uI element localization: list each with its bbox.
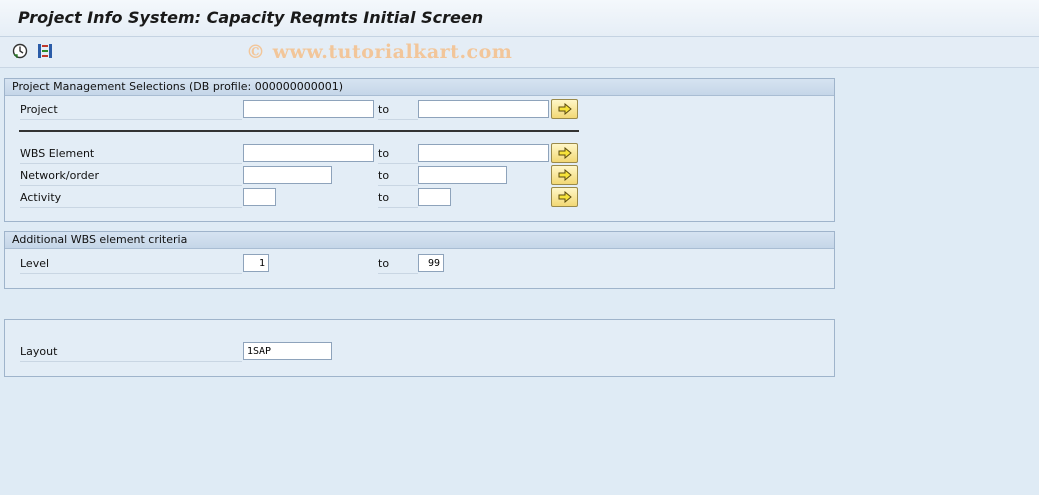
page-title: Project Info System: Capacity Reqmts Ini…	[18, 8, 484, 27]
activity-multiple-selection-button[interactable]	[551, 187, 578, 207]
activity-from-input[interactable]	[243, 188, 276, 206]
level-label: Level	[20, 255, 242, 274]
project-management-selections-group: Project Management Selections (DB profil…	[4, 78, 835, 222]
separator-line	[19, 130, 579, 132]
arrow-right-icon	[558, 147, 572, 159]
project-to-input[interactable]	[418, 100, 549, 118]
project-label: Project	[20, 101, 242, 120]
layout-input[interactable]	[243, 342, 332, 360]
network-order-label: Network/order	[20, 167, 242, 186]
layout-label: Layout	[20, 343, 242, 362]
additional-wbs-criteria-group: Additional WBS element criteria Level to	[4, 231, 835, 289]
wbs-element-label: WBS Element	[20, 145, 242, 164]
project-to-label: to	[378, 101, 418, 120]
activity-to-label: to	[378, 189, 418, 208]
activity-label: Activity	[20, 189, 242, 208]
level-to-label: to	[378, 255, 418, 274]
execute-icon[interactable]	[12, 43, 28, 59]
project-multiple-selection-button[interactable]	[551, 99, 578, 119]
arrow-right-icon	[558, 191, 572, 203]
network-order-to-label: to	[378, 167, 418, 186]
layout-group: Layout	[4, 319, 835, 377]
wbs-element-to-label: to	[378, 145, 418, 164]
watermark: © www.tutorialkart.com	[246, 41, 513, 63]
arrow-right-icon	[558, 169, 572, 181]
network-order-from-input[interactable]	[243, 166, 332, 184]
wbs-element-multiple-selection-button[interactable]	[551, 143, 578, 163]
title-bar: Project Info System: Capacity Reqmts Ini…	[0, 0, 1039, 37]
project-from-input[interactable]	[243, 100, 374, 118]
wbs-element-from-input[interactable]	[243, 144, 374, 162]
group-header: Additional WBS element criteria	[5, 232, 834, 249]
wbs-element-to-input[interactable]	[418, 144, 549, 162]
activity-to-input[interactable]	[418, 188, 451, 206]
network-order-to-input[interactable]	[418, 166, 507, 184]
level-to-input[interactable]	[418, 254, 444, 272]
group-header: Project Management Selections (DB profil…	[5, 79, 834, 96]
application-toolbar: © www.tutorialkart.com	[0, 37, 1039, 68]
selection-options-icon[interactable]	[37, 43, 53, 59]
network-order-multiple-selection-button[interactable]	[551, 165, 578, 185]
arrow-right-icon	[558, 103, 572, 115]
level-from-input[interactable]	[243, 254, 269, 272]
